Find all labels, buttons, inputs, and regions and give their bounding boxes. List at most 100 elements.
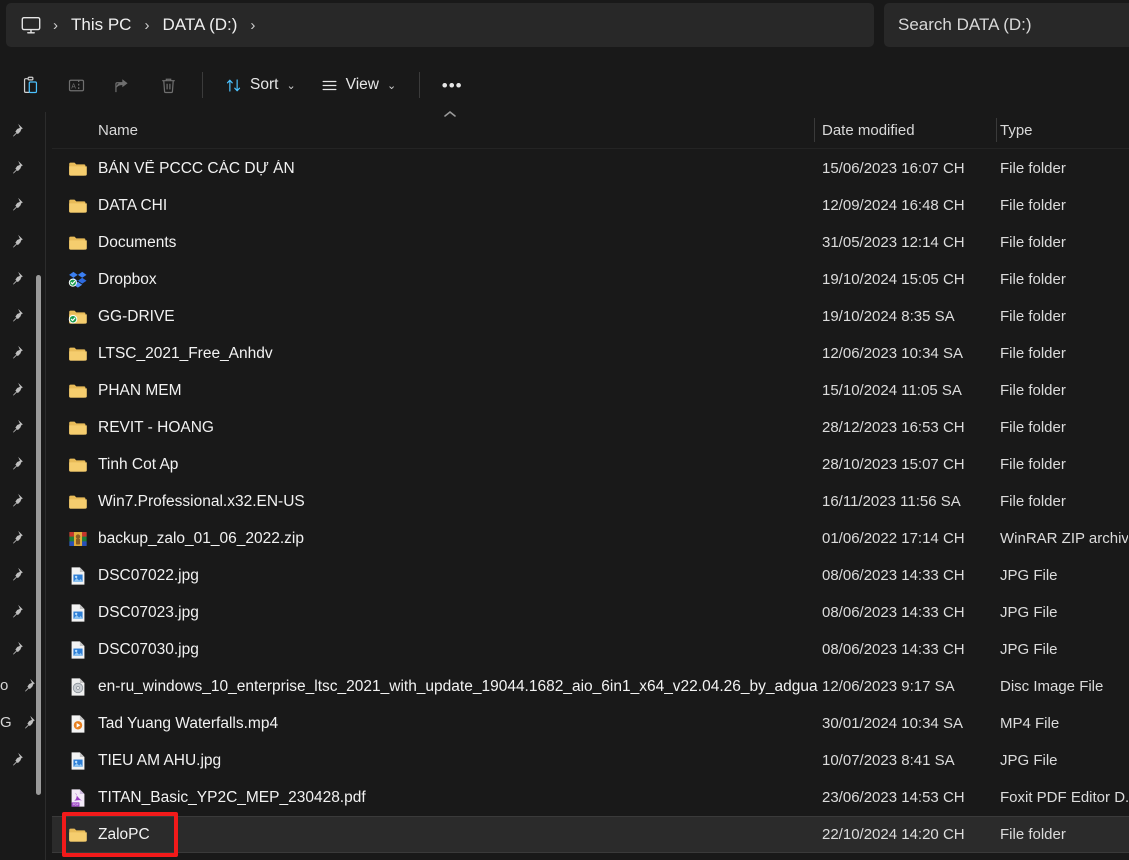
file-list: BẢN VẼ PCCC CÁC DỰ ÁN 15/06/2023 16:07 CH…: [52, 150, 1129, 860]
pin-icon[interactable]: [8, 751, 25, 768]
pin-icon[interactable]: [8, 159, 25, 176]
svg-text:PDF: PDF: [73, 802, 79, 806]
delete-button[interactable]: [146, 66, 190, 104]
file-row[interactable]: REVIT - HOANG 28/12/2023 16:53 CH File fol…: [52, 409, 1129, 446]
mp4-file-icon: [66, 712, 90, 736]
search-input[interactable]: Search DATA (D:): [898, 15, 1032, 35]
file-date-modified: 08/06/2023 14:33 CH: [822, 641, 965, 658]
file-row[interactable]: PHAN MEM 15/10/2024 11:05 SA File folder: [52, 372, 1129, 409]
file-date-modified: 23/06/2023 14:53 CH: [822, 789, 965, 806]
monitor-icon: [18, 12, 44, 38]
file-type: JPG File: [1000, 567, 1058, 584]
jpg-file-icon: [66, 749, 90, 773]
file-row[interactable]: DSC07023.jpg 08/06/2023 14:33 CH JPG File: [52, 594, 1129, 631]
ascending-caret-icon: [441, 108, 459, 120]
pin-icon[interactable]: [8, 603, 25, 620]
paste-button[interactable]: [8, 66, 52, 104]
pin-icon[interactable]: [8, 122, 25, 139]
rename-button[interactable]: A: [54, 66, 98, 104]
file-name: Documents: [98, 233, 177, 251]
column-divider-2[interactable]: [996, 118, 997, 142]
file-type: File folder: [1000, 826, 1066, 843]
folder-icon: [66, 194, 90, 218]
pin-icon[interactable]: [8, 640, 25, 657]
column-header-row: Name Date modified Type: [52, 112, 1129, 148]
file-type: File folder: [1000, 419, 1066, 436]
pin-icon[interactable]: [8, 270, 25, 287]
file-row[interactable]: en-ru_windows_10_enterprise_ltsc_2021_wi…: [52, 668, 1129, 705]
file-row[interactable]: GG-DRIVE 19/10/2024 8:35 SA File folder: [52, 298, 1129, 335]
file-type: Disc Image File: [1000, 678, 1104, 695]
breadcrumb-data-d[interactable]: DATA (D:): [158, 12, 241, 38]
pin-icon[interactable]: [8, 307, 25, 324]
file-row[interactable]: Win7.Professional.x32.EN-US 16/11/2023 11…: [52, 483, 1129, 520]
rail-divider: [45, 112, 46, 860]
chevron-down-icon: ⌄: [386, 79, 397, 92]
folder-icon: [66, 342, 90, 366]
file-type: Foxit PDF Editor D..: [1000, 789, 1128, 806]
address-bar[interactable]: › This PC › DATA (D:) ›: [6, 3, 874, 47]
column-header-name[interactable]: Name: [98, 112, 138, 148]
file-row[interactable]: Dropbox 19/10/2024 15:05 CH File folder: [52, 261, 1129, 298]
jpg-file-icon: [66, 638, 90, 662]
folder-icon: [66, 823, 90, 847]
sort-button[interactable]: Sort ⌄: [213, 66, 307, 104]
file-row[interactable]: DSC07030.jpg 08/06/2023 14:33 CH JPG File: [52, 631, 1129, 668]
pin-icon[interactable]: [8, 492, 25, 509]
file-row[interactable]: Documents 31/05/2023 12:14 CH File folder: [52, 224, 1129, 261]
nav-rail-clipped-label: G: [0, 714, 12, 731]
file-type: WinRAR ZIP archive: [1000, 530, 1128, 547]
more-options-button[interactable]: •••: [430, 66, 474, 104]
pin-icon[interactable]: [8, 566, 25, 583]
pin-icon[interactable]: [8, 344, 25, 361]
file-name: GG-DRIVE: [98, 307, 175, 325]
pin-icon[interactable]: [8, 233, 25, 250]
breadcrumb-separator-2[interactable]: ›: [241, 3, 264, 47]
file-type: File folder: [1000, 382, 1066, 399]
svg-text:A: A: [71, 83, 76, 90]
column-divider-1[interactable]: [814, 118, 815, 142]
pin-icon[interactable]: [8, 196, 25, 213]
file-name: DSC07023.jpg: [98, 603, 199, 621]
navigation-scrollbar[interactable]: [36, 275, 41, 795]
title-and-address-bar: › This PC › DATA (D:) › Search DATA (D:): [0, 0, 1129, 52]
file-name: Tad Yuang Waterfalls.mp4: [98, 714, 279, 732]
file-date-modified: 15/10/2024 11:05 SA: [822, 382, 962, 399]
pin-icon[interactable]: [8, 529, 25, 546]
file-row[interactable]: TIEU AM AHU.jpg 10/07/2023 8:41 SA JPG Fil…: [52, 742, 1129, 779]
breadcrumb-this-pc[interactable]: This PC: [67, 12, 135, 38]
file-type: JPG File: [1000, 604, 1058, 621]
folder-icon: [66, 379, 90, 403]
file-name: REVIT - HOANG: [98, 418, 214, 436]
jpg-file-icon: [66, 601, 90, 625]
file-row[interactable]: BẢN VẼ PCCC CÁC DỰ ÁN 15/06/2023 16:07 CH…: [52, 150, 1129, 187]
file-row[interactable]: DSC07022.jpg 08/06/2023 14:33 CH JPG File: [52, 557, 1129, 594]
file-type: File folder: [1000, 197, 1066, 214]
file-row[interactable]: Tad Yuang Waterfalls.mp4 30/01/2024 10:34…: [52, 705, 1129, 742]
file-row[interactable]: PDF TITAN_Basic_YP2C_MEP_230428.pdf 23/06/…: [52, 779, 1129, 816]
column-header-type[interactable]: Type: [1000, 112, 1033, 148]
file-row[interactable]: LTSC_2021_Free_Anhdv 12/06/2023 10:34 SA F…: [52, 335, 1129, 372]
file-date-modified: 16/11/2023 11:56 SA: [822, 493, 961, 510]
pin-icon[interactable]: [8, 455, 25, 472]
view-label: View: [345, 76, 379, 93]
file-row[interactable]: DATA CHI 12/09/2024 16:48 CH File folder: [52, 187, 1129, 224]
pin-icon[interactable]: [8, 418, 25, 435]
nav-rail-clipped-label: o: [0, 677, 9, 694]
pin-icon[interactable]: [8, 381, 25, 398]
share-button[interactable]: [100, 66, 144, 104]
file-row[interactable]: backup_zalo_01_06_2022.zip 01/06/2022 17:…: [52, 520, 1129, 557]
file-row[interactable]: Tinh Cot Ap 28/10/2023 15:07 CH File folde…: [52, 446, 1129, 483]
file-date-modified: 12/06/2023 9:17 SA: [822, 678, 955, 695]
pin-icon[interactable]: [20, 714, 37, 731]
column-header-date-modified[interactable]: Date modified: [822, 112, 915, 148]
view-button[interactable]: View ⌄: [309, 66, 408, 104]
file-row[interactable]: ZaloPC 22/10/2024 14:20 CH File folder: [52, 816, 1129, 853]
file-name: PHAN MEM: [98, 381, 182, 399]
file-date-modified: 19/10/2024 8:35 SA: [822, 308, 955, 325]
search-box[interactable]: Search DATA (D:): [884, 3, 1129, 47]
folder-icon: [66, 490, 90, 514]
file-name: en-ru_windows_10_enterprise_ltsc_2021_wi…: [98, 677, 818, 695]
file-type: File folder: [1000, 345, 1066, 362]
pin-icon[interactable]: [20, 677, 37, 694]
